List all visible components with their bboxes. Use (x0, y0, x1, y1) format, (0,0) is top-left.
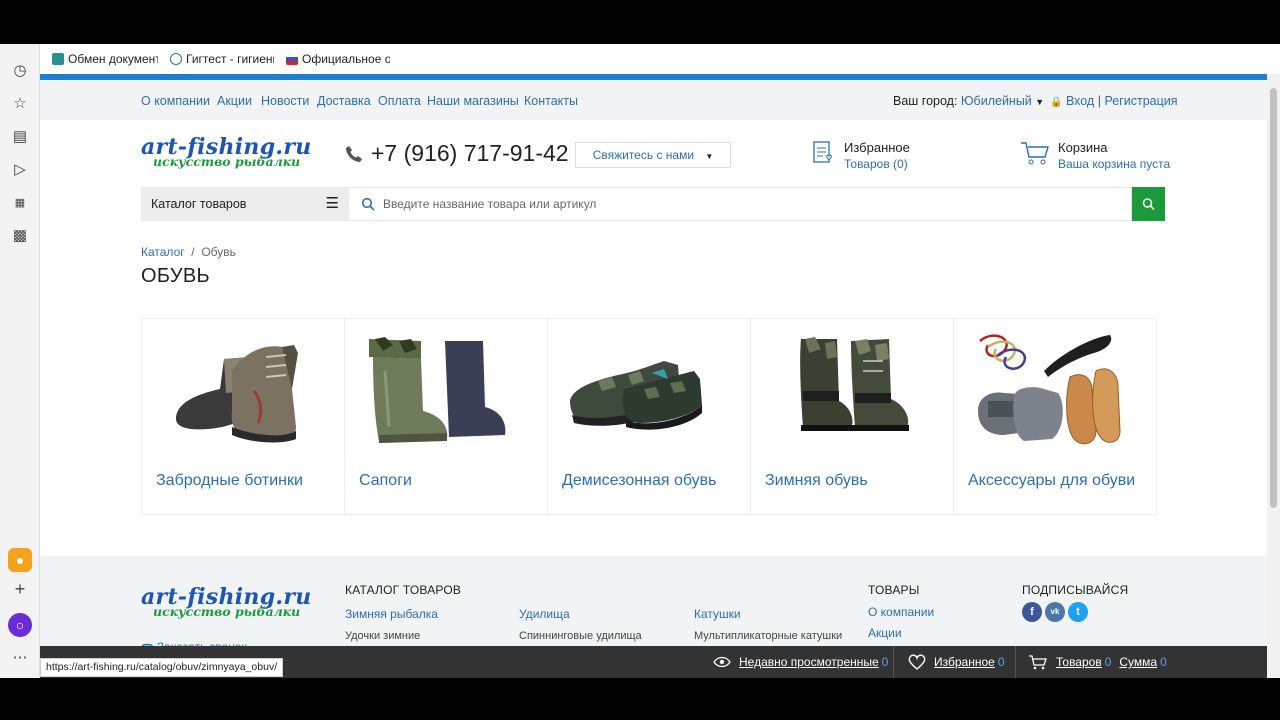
bookmark-item[interactable]: Обмен документа (52, 51, 158, 67)
wading-boots-image (176, 345, 298, 443)
login-link[interactable]: Вход (1066, 94, 1094, 108)
search-input[interactable] (383, 188, 1123, 220)
screenshot-icon[interactable]: ▩ (10, 226, 30, 246)
bookmarks-star-icon[interactable]: ☆ (10, 94, 30, 114)
search-icon (361, 197, 375, 211)
add-panel-icon[interactable]: + (10, 579, 30, 599)
footer-link-about[interactable]: О компании (868, 605, 934, 619)
web-page: О компании Акции Новости Доставка Оплата… (40, 74, 1267, 678)
more-icon[interactable]: ⋯ (10, 648, 30, 668)
video-play-icon[interactable]: ▷ (10, 160, 30, 180)
search-icon (1142, 198, 1155, 211)
bookmark-item[interactable]: Официальное опу (286, 51, 390, 67)
winter-shoes-image (800, 337, 909, 431)
bookmark-check-icon (170, 53, 182, 65)
footer-goods-heading: ТОВАРЫ (868, 583, 920, 597)
calendar-icon[interactable]: ▦ (10, 193, 30, 213)
recently-viewed-button[interactable]: Недавно просмотренные 0 (713, 646, 888, 678)
cart-icon (1021, 142, 1049, 165)
category-card-accessories[interactable]: Аксессуары для обуви (953, 318, 1157, 515)
nav-link-contacts[interactable]: Контакты (524, 94, 578, 108)
phone-number[interactable]: +7 (916) 717-91-42 (345, 140, 569, 167)
catalog-menu-button[interactable]: Каталог товаров ☰ (141, 187, 349, 221)
divider (1015, 646, 1016, 678)
site-logo[interactable]: art-fishing.ru искусство рыбалки (141, 136, 313, 176)
browser-window: ◷ ☆ ▤ ▷ ▦ ▩ ● + ○ ⋯ Обмен документа Гигт… (0, 0, 1280, 720)
twitter-icon[interactable]: t (1068, 602, 1088, 622)
caret-down-icon: ▼ (1035, 97, 1045, 107)
heart-icon (908, 654, 926, 670)
demi-season-shoes-image (570, 361, 702, 430)
rubber-boots-image (369, 337, 506, 443)
collections-icon[interactable]: ▤ (10, 127, 30, 147)
bookmarks-bar: Обмен документа Гигтест - гигиенич Офици… (40, 44, 1280, 74)
cart-panel-button[interactable]: Товаров 0 Сумма 0 (1028, 646, 1167, 678)
nav-link-payment[interactable]: Оплата (378, 94, 421, 108)
category-card-wading-boots[interactable]: Забродные ботинки (141, 318, 345, 515)
vk-icon[interactable]: vk (1045, 602, 1065, 622)
facebook-icon[interactable]: f (1022, 602, 1042, 622)
status-bar-url: https://art-fishing.ru/catalog/obuv/zimn… (40, 658, 284, 677)
cart-icon (1029, 655, 1047, 670)
phone-icon (346, 145, 362, 162)
hamburger-icon: ☰ (325, 195, 339, 212)
city-selector[interactable]: Ваш город: Юбилейный ▼ (893, 94, 1044, 108)
page-title: ОБУВЬ (141, 265, 210, 287)
breadcrumb-catalog-link[interactable]: Каталог (141, 245, 185, 259)
browser-sidebar: ◷ ☆ ▤ ▷ ▦ ▩ ● + ○ ⋯ (0, 44, 40, 678)
nav-link-promos[interactable]: Акции (217, 94, 252, 108)
screen-bottom-strip (0, 678, 1280, 720)
footer-cat-spinning-rods[interactable]: Спиннинговые удилища (519, 630, 642, 642)
footer-catalog-heading: КАТАЛОГ ТОВАРОВ (345, 583, 462, 597)
top-navigation: О компании Акции Новости Доставка Оплата… (40, 80, 1267, 120)
nav-link-news[interactable]: Новости (261, 94, 309, 108)
category-grid: Забродные ботинки Сапоги Демисезонная об… (141, 318, 1161, 515)
search-box (349, 187, 1132, 221)
footer-logo[interactable]: art-fishing.ru искусство рыбалки (141, 586, 313, 626)
app-orange-icon[interactable]: ● (8, 548, 32, 572)
alice-assistant-icon[interactable]: ○ (8, 613, 32, 637)
auth-links: 🔒 Вход | Регистрация (1050, 94, 1178, 108)
nav-link-delivery[interactable]: Доставка (317, 94, 371, 108)
category-card-rubber-boots[interactable]: Сапоги (344, 318, 548, 515)
cart-block[interactable]: Корзина Ваша корзина пуста (1020, 140, 1170, 171)
footer-cat-winter-fishing[interactable]: Зимняя рыбалка (345, 607, 438, 621)
lock-icon: 🔒 (1050, 97, 1063, 108)
footer-cat-baitcasting-reels[interactable]: Мультипликаторные катушки (694, 630, 842, 642)
footer-cat-reels[interactable]: Катушки (694, 607, 741, 621)
breadcrumb: Каталог / Обувь (141, 245, 236, 259)
nav-link-about[interactable]: О компании (141, 94, 210, 108)
category-card-winter-shoes[interactable]: Зимняя обувь (750, 318, 954, 515)
browser-titlebar (0, 0, 1280, 44)
nav-link-stores[interactable]: Наши магазины (427, 94, 519, 108)
contact-us-dropdown[interactable]: Свяжитесь с нами ▼ (575, 142, 731, 168)
favorites-list-icon (813, 141, 832, 163)
shoe-accessories-image (978, 334, 1121, 445)
favorites-panel-button[interactable]: Избранное 0 (908, 646, 1005, 678)
footer-cat-winter-rods[interactable]: Удочки зимние (345, 630, 420, 642)
divider (893, 646, 894, 678)
bookmark-doc-icon (52, 53, 64, 65)
page-scrollbar[interactable] (1267, 74, 1280, 678)
search-button[interactable] (1132, 187, 1165, 221)
history-icon[interactable]: ◷ (10, 61, 30, 81)
scrollbar-thumb[interactable] (1270, 88, 1277, 508)
eye-icon (713, 656, 731, 668)
register-link[interactable]: Регистрация (1104, 94, 1177, 108)
favorites-block[interactable]: Избранное Товаров (0) (812, 140, 910, 171)
bookmark-flag-icon (286, 53, 298, 65)
breadcrumb-current: Обувь (201, 245, 236, 259)
footer-cat-rods[interactable]: Удилища (519, 607, 570, 621)
footer-link-promos[interactable]: Акции (868, 626, 902, 640)
category-card-demi-season[interactable]: Демисезонная обувь (547, 318, 751, 515)
bookmark-item[interactable]: Гигтест - гигиенич (170, 51, 274, 67)
caret-down-icon: ▼ (705, 152, 714, 161)
footer-subscribe-heading: ПОДПИСЫВАЙСЯ (1022, 583, 1129, 597)
